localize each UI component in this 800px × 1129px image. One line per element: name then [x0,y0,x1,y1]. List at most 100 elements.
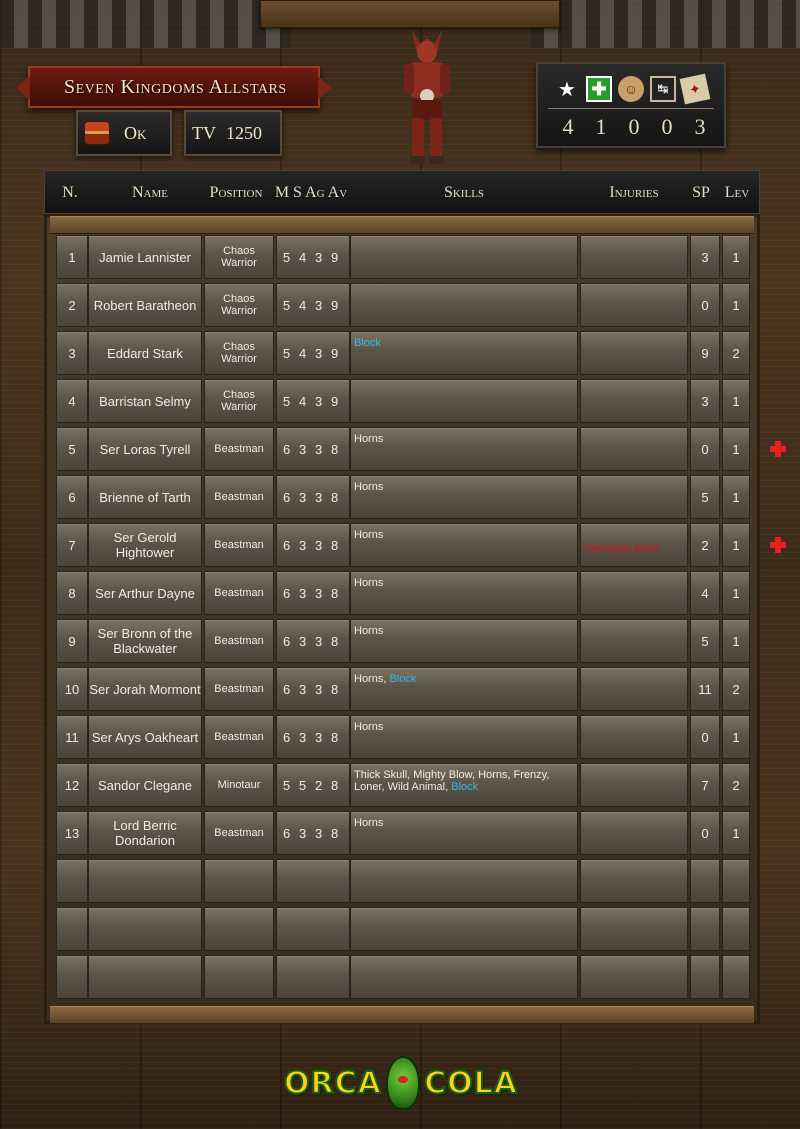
stat-av: 8 [331,441,340,457]
stat-m: 6 [283,729,292,745]
player-injuries [580,667,688,711]
player-row[interactable]: 10 Ser Jorah Mormont Beastman 6 3 3 8 Horns, Bl… [56,667,750,711]
stat-s: 5 [299,777,308,793]
player-row[interactable]: 7 Ser Gerold Hightower Beastman 6 3 3 8 Horns Da… [56,523,750,567]
player-stats [276,955,350,999]
player-level: 1 [722,811,750,855]
learned-skill[interactable]: Block [389,673,416,685]
player-skills [350,379,578,423]
player-number: 10 [56,667,88,711]
stat-m: 6 [283,537,292,553]
stat-av: 8 [331,633,340,649]
player-sp: 0 [690,715,720,759]
star-icon: ★ [558,78,576,101]
player-stats: 6338 [276,571,350,615]
player-row[interactable]: 6 Brienne of Tarth Beastman 6 3 3 8 Horns 5 1 [56,475,750,519]
player-row[interactable]: 5 Ser Loras Tyrell Beastman 6 3 3 8 Horns 0 1 [56,427,750,471]
stat-av: 8 [331,825,340,841]
team-status-box[interactable]: Ok [76,110,172,156]
player-position: Beastman [204,571,274,615]
injury-cross-icon[interactable] [770,537,786,553]
stat-av: 9 [331,249,340,265]
player-number: 6 [56,475,88,519]
player-level [722,955,750,999]
chaos-warrior-mascot-icon [404,30,450,164]
player-number: 11 [56,715,88,759]
player-skills: Horns [350,523,578,567]
player-position: Chaos Warrior [204,379,274,423]
player-row[interactable]: 9 Ser Bronn of the Blackwater Beastman 6 3 3 8… [56,619,750,663]
player-level: 1 [722,427,750,471]
apothecary-count: 1 [595,114,607,139]
player-level: 1 [722,571,750,615]
learned-skill[interactable]: Block [451,781,478,793]
player-row[interactable]: 8 Ser Arthur Dayne Beastman 6 3 3 8 Horns 4 1 [56,571,750,615]
player-row[interactable]: 11 Ser Arys Oakheart Beastman 6 3 3 8 Horns 0 1 [56,715,750,759]
player-injuries [580,907,688,951]
player-sp [690,907,720,951]
player-name [88,859,202,903]
orca-cola-logo: ORCA COLA [283,1050,518,1116]
skills-text: Horns [354,481,383,493]
player-row[interactable]: 2 Robert Baratheon Chaos Warrior 5 4 3 9 0 1 [56,283,750,327]
player-name [88,955,202,999]
stat-ag: 3 [315,489,324,505]
learned-skill[interactable]: Block [354,337,381,349]
player-sp: 0 [690,283,720,327]
stat-m: 5 [283,345,292,361]
player-level: 1 [722,475,750,519]
player-number: 8 [56,571,88,615]
player-injuries [580,763,688,807]
player-name: Ser Jorah Mormont [88,667,202,711]
player-sp [690,955,720,999]
player-skills: Block [350,331,578,375]
injury-cross-icon[interactable] [770,441,786,457]
player-row[interactable]: 3 Eddard Stark Chaos Warrior 5 4 3 9 Block 9 2 [56,331,750,375]
stat-av: 8 [331,585,340,601]
stat-ag: 3 [315,441,324,457]
player-name: Ser Bronn of the Blackwater [88,619,202,663]
player-skills [350,859,578,903]
stat-s: 3 [299,537,308,553]
player-row[interactable]: 12 Sandor Clegane Minotaur 5 5 2 8 Thick Skull,… [56,763,750,807]
stat-ag: 3 [315,393,324,409]
base-skills: Horns [354,529,384,541]
header-name[interactable]: Name [95,171,205,215]
player-stats: 6338 [276,667,350,711]
player-row[interactable]: 4 Barristan Selmy Chaos Warrior 5 4 3 9 3 1 [56,379,750,423]
stat-ag: 3 [315,345,324,361]
player-skills: Thick Skull, Mighty Blow, Horns, Frenzy,… [350,763,578,807]
header-sp[interactable]: SP [685,171,717,215]
player-name: Ser Arthur Dayne [88,571,202,615]
apothecary-icon: ✦ [679,73,711,105]
stat-m: 5 [283,297,292,313]
stat-s: 3 [299,633,308,649]
player-name: Lord Berric Dondarion [88,811,202,855]
player-position: Beastman [204,427,274,471]
skills-text: Horns [354,529,383,541]
cheerleaders-count: 0 [628,114,640,139]
base-skills: Horns [354,577,384,589]
player-skills [350,907,578,951]
player-level [722,907,750,951]
player-skills: Horns [350,715,578,759]
stat-ag: 3 [315,633,324,649]
player-row[interactable]: 1 Jamie Lannister Chaos Warrior 5 4 3 9 3 1 [56,235,750,279]
player-position: Beastman [204,715,274,759]
player-position: Chaos Warrior [204,235,274,279]
player-position [204,955,274,999]
player-position [204,859,274,903]
player-position: Beastman [204,811,274,855]
skills-text: Horns [354,433,383,445]
logo-text-left: ORCA [283,1065,382,1102]
logo-text-right: COLA [423,1065,518,1102]
player-stats: 6338 [276,523,350,567]
player-sp: 0 [690,811,720,855]
header-number: N. [62,184,78,201]
stat-s: 3 [299,441,308,457]
header-level[interactable]: Lev [717,171,757,215]
player-row[interactable]: 13 Lord Berric Dondarion Beastman 6 3 3 8 Horns… [56,811,750,855]
stat-s: 3 [299,825,308,841]
skills-text: Block [354,337,381,349]
header-position[interactable]: Position [203,171,269,215]
